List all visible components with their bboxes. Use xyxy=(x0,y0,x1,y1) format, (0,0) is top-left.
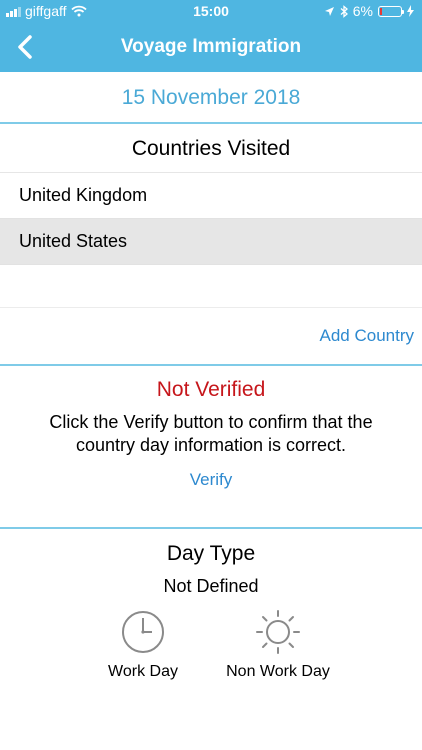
day-type-options: Work Day Non Work Day xyxy=(0,609,422,699)
verify-button[interactable]: Verify xyxy=(0,470,422,492)
status-right: 6% xyxy=(324,3,414,19)
non-work-day-label: Non Work Day xyxy=(226,663,330,680)
non-work-day-option[interactable]: Non Work Day xyxy=(213,609,343,681)
verification-status: Not Verified xyxy=(156,378,266,401)
chevron-left-icon xyxy=(18,35,32,59)
navigation-bar: Voyage Immigration xyxy=(0,24,422,72)
battery-icon xyxy=(378,5,404,17)
country-row-united-states[interactable]: United States xyxy=(0,219,422,265)
add-country-button[interactable]: Add Country xyxy=(320,326,415,346)
bluetooth-icon xyxy=(340,4,348,18)
work-day-label: Work Day xyxy=(108,663,178,680)
add-country-row: Add Country xyxy=(0,308,422,364)
page-title: Voyage Immigration xyxy=(120,36,302,57)
selected-date: 15 November 2018 xyxy=(121,86,301,109)
divider xyxy=(0,364,422,366)
clock-icon xyxy=(122,611,164,653)
status-bar: giffgaff 15:00 6% xyxy=(0,0,422,24)
header: giffgaff 15:00 6% Voyage Immigration xyxy=(0,0,422,72)
back-button[interactable] xyxy=(10,32,40,62)
country-row-united-kingdom[interactable]: United Kingdom xyxy=(0,173,422,219)
sun-icon xyxy=(256,610,300,654)
empty-row xyxy=(0,265,422,308)
day-type-value: Not Defined xyxy=(163,576,259,596)
verification-description: Click the Verify button to confirm that … xyxy=(49,412,373,455)
verification-section: Not Verified Click the Verify button to … xyxy=(0,377,422,527)
divider xyxy=(0,527,422,529)
charging-bolt-icon xyxy=(407,5,414,17)
battery-percent: 6% xyxy=(352,3,373,19)
work-day-option[interactable]: Work Day xyxy=(78,609,208,681)
location-arrow-icon xyxy=(324,6,334,16)
day-type-title: Day Type xyxy=(166,542,256,565)
countries-section-title: Countries Visited xyxy=(0,124,422,173)
